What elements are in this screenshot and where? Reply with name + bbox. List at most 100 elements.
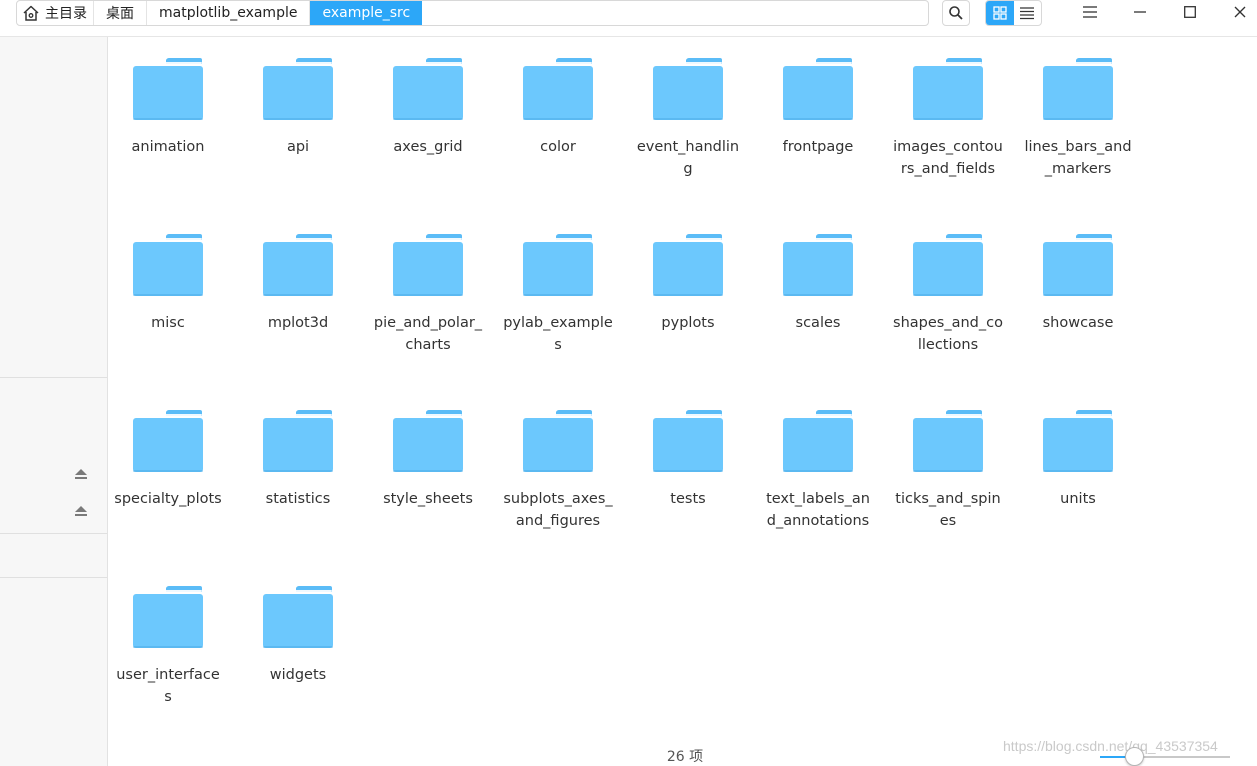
folder-label: scales: [795, 315, 841, 331]
folder-label: showcase: [1042, 315, 1114, 331]
folder-item[interactable]: widgets: [236, 586, 360, 686]
sidebar-divider: [0, 577, 107, 578]
home-icon: [23, 5, 39, 21]
maximize-button[interactable]: [1175, 0, 1205, 24]
search-button[interactable]: [942, 0, 970, 26]
folder-label: animation: [131, 139, 205, 155]
folder-item[interactable]: subplots_axes_and_figures: [496, 410, 620, 532]
item-count: 26 项: [666, 749, 704, 765]
folder-item[interactable]: mplot3d: [236, 234, 360, 334]
folder-icon: [263, 234, 333, 296]
folder-item[interactable]: scales: [756, 234, 880, 334]
folder-item[interactable]: images_contours_and_fields: [886, 58, 1010, 180]
folder-item[interactable]: axes_grid: [366, 58, 490, 158]
folder-item[interactable]: pylab_examples: [496, 234, 620, 356]
breadcrumb-label: matplotlib_example: [159, 5, 298, 21]
breadcrumb-example-src[interactable]: example_src: [310, 1, 423, 25]
folder-label: tests: [670, 491, 706, 507]
breadcrumb-label: 桌面: [106, 6, 134, 22]
folder-label: event_handling: [636, 139, 740, 177]
list-view-button[interactable]: [1014, 1, 1042, 25]
folder-icon: [393, 410, 463, 472]
breadcrumb-home[interactable]: 主目录: [17, 1, 94, 25]
folder-item[interactable]: pie_and_polar_charts: [366, 234, 490, 356]
folder-item[interactable]: shapes_and_collections: [886, 234, 1010, 356]
folder-label: text_labels_and_annotations: [766, 491, 870, 529]
folder-label: shapes_and_collections: [893, 315, 1003, 353]
folder-label: axes_grid: [393, 139, 463, 155]
folder-icon: [263, 586, 333, 648]
sidebar-divider: [0, 533, 107, 534]
minimize-button[interactable]: [1125, 0, 1155, 24]
file-manager-window: 主目录 桌面 matplotlib_example example_src an…: [0, 0, 1257, 766]
folder-item[interactable]: lines_bars_and_markers: [1016, 58, 1140, 180]
folder-icon: [263, 58, 333, 120]
breadcrumb-matplotlib-example[interactable]: matplotlib_example: [147, 1, 311, 25]
folder-item[interactable]: ticks_and_spines: [886, 410, 1010, 532]
breadcrumb-desktop[interactable]: 桌面: [94, 1, 147, 25]
eject-icon[interactable]: [75, 506, 87, 516]
icon-view-button[interactable]: [986, 1, 1014, 25]
folder-item[interactable]: tests: [626, 410, 750, 510]
folder-label: api: [286, 139, 310, 155]
folder-item[interactable]: user_interfaces: [106, 586, 230, 708]
folder-label: misc: [151, 315, 185, 331]
folder-icon: [783, 234, 853, 296]
list-view-icon: [1020, 7, 1035, 20]
eject-icon[interactable]: [75, 469, 87, 479]
address-bar-empty[interactable]: [422, 1, 928, 25]
folder-label: color: [540, 139, 576, 155]
folder-item[interactable]: misc: [106, 234, 230, 334]
folder-label: images_contours_and_fields: [893, 139, 1003, 177]
breadcrumb: 主目录 桌面 matplotlib_example example_src: [16, 0, 929, 26]
folder-label: units: [1060, 491, 1096, 507]
folder-icon: [133, 586, 203, 648]
folder-label: pyplots: [661, 315, 715, 331]
breadcrumb-label: 主目录: [45, 6, 87, 22]
folder-icon: [133, 58, 203, 120]
folder-icon: [1043, 58, 1113, 120]
folder-item[interactable]: api: [236, 58, 360, 158]
folder-icon: [653, 58, 723, 120]
folder-item[interactable]: animation: [106, 58, 230, 158]
folder-item[interactable]: text_labels_and_annotations: [756, 410, 880, 532]
sidebar-divider: [0, 377, 107, 378]
folder-icon: [523, 410, 593, 472]
folder-label: specialty_plots: [114, 491, 222, 507]
folder-icon: [1043, 234, 1113, 296]
folder-item[interactable]: color: [496, 58, 620, 158]
folder-icon: [263, 410, 333, 472]
folder-item[interactable]: showcase: [1016, 234, 1140, 334]
folder-item[interactable]: style_sheets: [366, 410, 490, 510]
folder-item[interactable]: specialty_plots: [106, 410, 230, 510]
folder-item[interactable]: pyplots: [626, 234, 750, 334]
folder-label: lines_bars_and_markers: [1024, 139, 1132, 177]
folder-item[interactable]: units: [1016, 410, 1140, 510]
folder-label: user_interfaces: [116, 667, 220, 705]
folder-icon: [913, 234, 983, 296]
folder-icon: [523, 234, 593, 296]
folder-label: style_sheets: [383, 491, 473, 507]
folder-icon: [653, 234, 723, 296]
folder-icon: [523, 58, 593, 120]
folder-icon: [133, 410, 203, 472]
breadcrumb-label: example_src: [322, 5, 411, 21]
folder-label: widgets: [269, 667, 327, 683]
sidebar: [0, 37, 108, 766]
folder-item[interactable]: event_handling: [626, 58, 750, 180]
folder-label: frontpage: [782, 139, 854, 155]
folder-icon: [1043, 410, 1113, 472]
folder-item[interactable]: statistics: [236, 410, 360, 510]
zoom-slider-handle[interactable]: [1125, 747, 1145, 766]
folder-label: pylab_examples: [503, 315, 613, 353]
folder-icon: [783, 410, 853, 472]
close-button[interactable]: [1225, 0, 1255, 24]
grid-view-icon: [993, 6, 1007, 20]
search-icon: [949, 6, 963, 20]
folder-item[interactable]: frontpage: [756, 58, 880, 158]
folder-label: subplots_axes_and_figures: [503, 491, 613, 529]
folder-icon: [393, 58, 463, 120]
folder-label: mplot3d: [267, 315, 329, 331]
menu-button[interactable]: [1075, 0, 1105, 24]
minimize-icon: [1134, 11, 1146, 13]
